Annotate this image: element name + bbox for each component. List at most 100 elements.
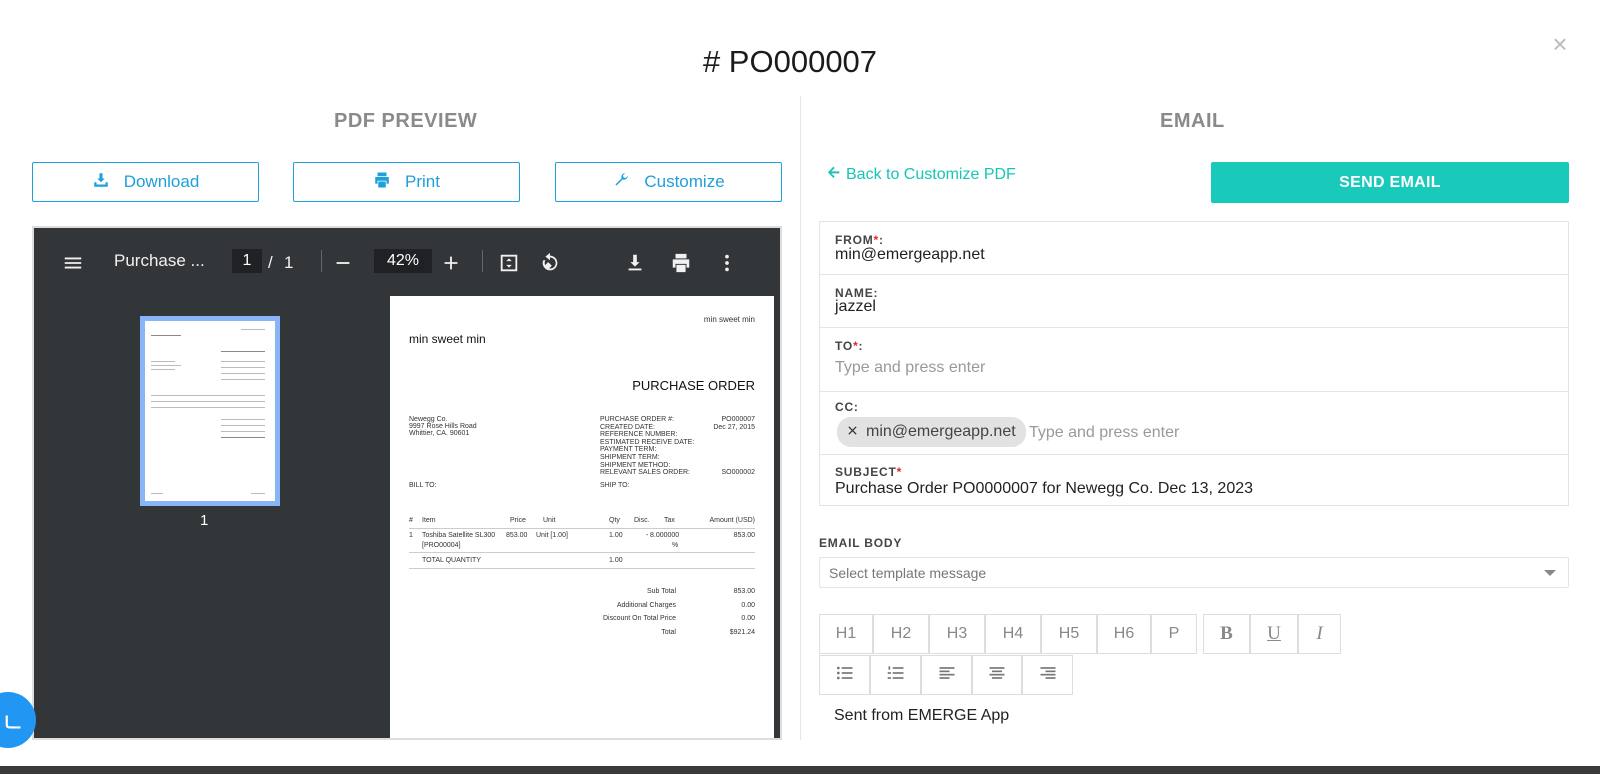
heading-5-button[interactable]: H5 [1041, 614, 1097, 654]
doc-summary-label: Sub Total [646, 588, 676, 595]
pdf-preview-title: PDF PREVIEW [334, 110, 478, 132]
bullet-list-button[interactable] [819, 655, 870, 695]
page-thumbnail[interactable] [140, 316, 280, 506]
chevron-down-icon [1544, 570, 1556, 576]
name-field[interactable]: jazzel [835, 298, 876, 316]
doc-rule [409, 552, 755, 553]
italic-button[interactable]: I [1298, 614, 1341, 654]
viewer-download-icon[interactable] [624, 252, 646, 274]
to-label: TO*: [835, 339, 864, 353]
toolbar-separator [321, 250, 322, 272]
align-right-icon [1038, 663, 1058, 688]
back-to-customize-link[interactable]: Back to Customize PDF [826, 164, 1016, 185]
doc-meta-label: CREATED DATE: [600, 423, 655, 431]
arrow-left-icon [826, 164, 842, 185]
align-center-icon [987, 663, 1007, 688]
doc-table-cell: 853.00 [733, 532, 755, 539]
doc-bill-to: BILL TO: [409, 482, 437, 489]
underline-button[interactable]: U [1250, 614, 1298, 654]
doc-meta-label: ESTIMATED RECEIVE DATE: [600, 438, 695, 446]
doc-meta-value: SO000002 [721, 469, 755, 477]
zoom-in-icon[interactable] [440, 252, 462, 274]
wrench-icon [612, 171, 630, 194]
doc-column-header: Disc. [634, 517, 650, 524]
printer-icon [373, 171, 391, 194]
rotate-icon[interactable] [539, 252, 561, 274]
numbered-list-icon [886, 663, 906, 688]
doc-table-cell: - [646, 532, 649, 539]
page-total: 1 [284, 253, 294, 272]
download-icon [92, 171, 110, 194]
doc-meta-value: PO000007 [721, 416, 755, 423]
doc-total-qty-label: TOTAL QUANTITY [422, 557, 481, 564]
print-label: Print [405, 172, 440, 191]
doc-meta-label: SHIPMENT TERM: [600, 454, 660, 461]
close-icon[interactable]: × [1548, 31, 1572, 57]
toolbar-separator [482, 250, 483, 272]
align-center-button[interactable] [972, 655, 1022, 695]
download-button[interactable]: Download [32, 162, 259, 202]
doc-meta-value: Dec 27, 2015 [713, 423, 755, 431]
doc-column-header: Item [422, 517, 436, 524]
heading-1-button[interactable]: H1 [819, 614, 873, 654]
heading-6-button[interactable]: H6 [1097, 614, 1151, 654]
heading-3-button[interactable]: H3 [929, 614, 985, 654]
paragraph-button[interactable]: P [1151, 614, 1197, 654]
cc-chip-label: min@emergeapp.net [866, 423, 1016, 440]
back-link-label: Back to Customize PDF [846, 165, 1016, 183]
doc-table-cell: 853.00 [506, 532, 528, 539]
template-select-placeholder: Select template message [829, 564, 987, 581]
customize-button[interactable]: Customize [555, 162, 782, 202]
more-options-icon[interactable] [716, 252, 738, 274]
subject-row: SUBJECT* Purchase Order PO0000007 for Ne… [820, 455, 1568, 506]
doc-company-top: min sweet min [703, 315, 755, 324]
send-po-modal: # PO000007 × PDF PREVIEW Download Print … [0, 0, 1600, 766]
doc-column-header: Tax [664, 517, 675, 524]
viewer-print-icon[interactable] [670, 252, 692, 274]
menu-icon[interactable] [62, 252, 84, 274]
numbered-list-button[interactable] [870, 655, 921, 695]
subject-field[interactable]: Purchase Order PO0000007 for Newegg Co. … [835, 480, 1253, 498]
print-button[interactable]: Print [293, 162, 520, 202]
heading-4-button[interactable]: H4 [985, 614, 1041, 654]
cc-input[interactable]: Type and press enter [1029, 424, 1179, 442]
download-label: Download [123, 172, 200, 191]
cc-label: CC: [835, 400, 859, 414]
thumbnail-page-number: 1 [200, 512, 209, 529]
pdf-document-title: Purchase ... [114, 251, 205, 270]
page-separator: / [268, 253, 273, 272]
name-row: NAME: jazzel [820, 275, 1568, 328]
align-right-button[interactable] [1022, 655, 1073, 695]
doc-table-cell: 8.000000 [650, 532, 680, 539]
doc-column-header: # [409, 517, 413, 524]
doc-ship-to: SHIP TO: [600, 482, 630, 489]
doc-vendor-line: 9997 Rose Hills Road [409, 423, 477, 430]
to-input[interactable]: Type and press enter [835, 359, 985, 377]
heading-2-button[interactable]: H2 [873, 614, 929, 654]
customize-label: Customize [644, 172, 725, 191]
send-email-button[interactable]: SEND EMAIL [1211, 162, 1569, 203]
column-divider [800, 96, 801, 740]
align-left-button[interactable] [921, 655, 972, 695]
page-number-input[interactable]: 1 [232, 249, 262, 273]
remove-chip-icon[interactable] [847, 423, 858, 441]
pdf-page: min sweet min min sweet min PURCHASE ORD… [390, 296, 774, 738]
to-row: TO*: Type and press enter [820, 328, 1568, 392]
doc-table-cell: 1.00 [609, 532, 623, 539]
email-body-editor[interactable]: Sent from EMERGE App [834, 707, 1009, 725]
from-field[interactable]: min@emergeapp.net [835, 246, 985, 264]
zoom-out-icon[interactable] [332, 252, 354, 274]
bold-button[interactable]: B [1203, 614, 1250, 654]
doc-summary-label: Discount On Total Price [602, 615, 676, 622]
zoom-level-input[interactable]: 42% [374, 249, 432, 273]
chat-icon [4, 710, 26, 737]
doc-rule [409, 528, 755, 529]
doc-rule [409, 568, 755, 569]
fit-page-icon[interactable] [498, 252, 520, 274]
chat-widget-button[interactable] [0, 692, 36, 748]
doc-table-cell: 1 [409, 532, 413, 539]
modal-title: # PO000007 [702, 44, 878, 79]
pdf-viewer[interactable]: Purchase ... 1 / 1 42% 1 min sweet min m… [32, 226, 782, 740]
template-select[interactable]: Select template message [819, 557, 1569, 588]
doc-item-code: [PRO00004] [422, 542, 461, 549]
